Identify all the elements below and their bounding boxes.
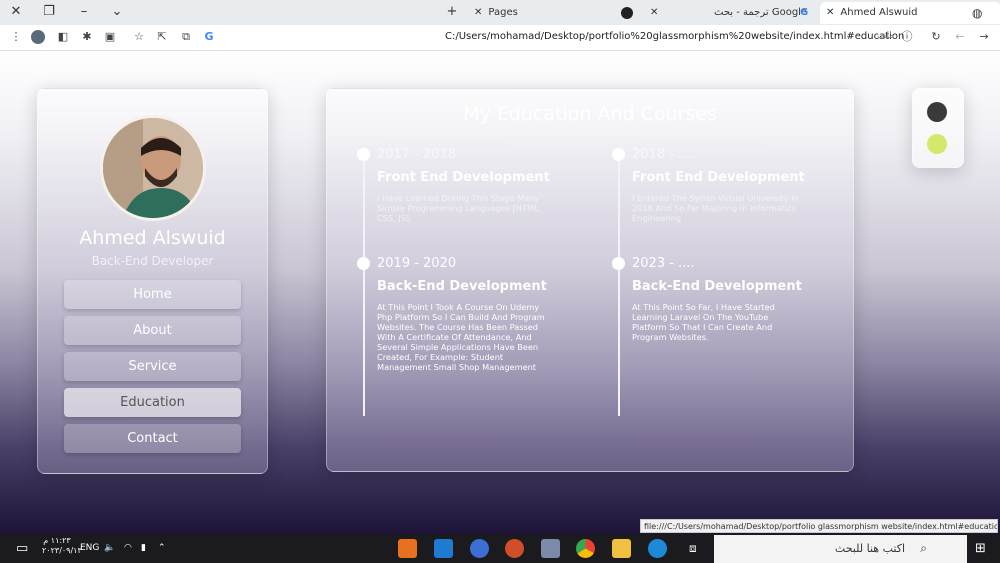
globe-icon: ◍	[972, 6, 983, 20]
light-theme-swatch[interactable]	[927, 134, 947, 154]
nav-about-button[interactable]: About	[64, 316, 241, 345]
tab-github[interactable]	[621, 2, 643, 24]
entry-year: 2018 - ....	[632, 147, 695, 162]
entry-text: At This Point I Took A Course On Udemy P…	[377, 302, 545, 372]
wifi-icon[interactable]: ◠	[124, 540, 132, 557]
volume-icon[interactable]: 🔈	[104, 540, 115, 557]
education-section: My Education And Courses 2017 - 2018 Fro…	[326, 88, 854, 472]
windows-start-icon[interactable]: ⊞	[975, 540, 986, 557]
app-icon[interactable]	[470, 539, 489, 558]
entry-title: Back-End Development	[632, 279, 802, 294]
google-icon: G	[800, 7, 809, 18]
notification-icon[interactable]: ▭	[16, 540, 28, 557]
info-icon[interactable]: ⓘ	[900, 30, 914, 44]
status-bar-url: file:///C:/Users/mohamad/Desktop/portfol…	[640, 519, 998, 533]
tab-close-icon[interactable]: ✕	[826, 7, 834, 18]
search-icon: ⌕	[920, 541, 927, 555]
timeline-dot	[612, 257, 625, 270]
section-title: My Education And Courses	[463, 103, 717, 125]
browser-tab-bar: ✕ ❐ – ⌄ + ✕ Pages ✕ ترجمة - بحث Google G …	[0, 0, 1000, 25]
share-icon[interactable]: ⇱	[155, 30, 169, 44]
profile-name: Ahmed Alswuid	[79, 227, 226, 249]
timeline-dot	[357, 257, 370, 270]
dark-theme-swatch[interactable]	[927, 102, 947, 122]
entry-title: Front End Development	[632, 170, 805, 185]
entry-title: Front End Development	[377, 170, 550, 185]
back-icon[interactable]: →	[977, 30, 991, 44]
tray-expand-icon[interactable]: ⌃	[158, 540, 166, 557]
address-bar[interactable]: C:/Users/mohamad/Desktop/portfolio%20gla…	[445, 31, 904, 42]
side-panel-icon[interactable]: ◧	[56, 30, 70, 44]
file-explorer-icon[interactable]	[612, 539, 631, 558]
tab-close-icon[interactable]: ✕	[474, 7, 482, 18]
avatar-photo	[103, 118, 203, 218]
vscode-icon[interactable]	[434, 539, 453, 558]
app-icon[interactable]	[505, 539, 524, 558]
google-lens-icon[interactable]: G	[202, 30, 216, 44]
clock[interactable]: ١١:٢٣ م ٢٠٢٣/٠٩/١٣	[42, 536, 82, 555]
bookmark-star-icon[interactable]: ☆	[132, 30, 146, 44]
nav-contact-button[interactable]: Contact	[64, 424, 241, 453]
tab-close-icon[interactable]: ✕	[650, 7, 658, 18]
theme-switcher	[912, 88, 964, 168]
entry-year: 2023 - ....	[632, 256, 695, 271]
extensions-icon[interactable]: ✱	[80, 30, 94, 44]
tab-search-chevron-icon[interactable]: ⌄	[108, 3, 126, 21]
restore-window-icon[interactable]: ❐	[40, 3, 58, 21]
entry-text: I Have Learned During This Stage Many Si…	[377, 193, 542, 223]
nav-service-button[interactable]: Service	[64, 352, 241, 381]
tab-ahmed-alswuid[interactable]: ✕ Ahmed Alswuid ◍	[820, 2, 1000, 24]
chrome-icon[interactable]	[576, 539, 595, 558]
tab-pages[interactable]: ✕ Pages	[474, 2, 614, 24]
browser-toolbar: ⋮ ◧ ✱ ▣ ☆ ⇱ ⧉ G C:/Users/mohamad/Desktop…	[0, 25, 1000, 51]
close-window-icon[interactable]: ✕	[7, 3, 25, 21]
task-view-icon[interactable]: ⧈	[689, 540, 697, 557]
avatar	[100, 115, 206, 221]
menu-dots-icon[interactable]: ⋮	[9, 30, 23, 44]
battery-icon[interactable]: ▮	[141, 540, 146, 557]
new-tab-icon[interactable]: +	[443, 3, 461, 21]
app-icon[interactable]	[541, 539, 560, 558]
entry-year: 2017 - 2018	[377, 147, 457, 162]
timeline-line-right	[618, 154, 620, 416]
entry-text: I Entered The Syrian Virtual University …	[632, 193, 799, 223]
install-app-icon[interactable]: ⧉	[179, 30, 193, 44]
timeline-line-left	[363, 154, 365, 416]
media-icon[interactable]: ▣	[103, 30, 117, 44]
timeline-dot	[357, 148, 370, 161]
page-content: Ahmed Alswuid Back-End Developer Home Ab…	[0, 51, 1000, 534]
profile-sidebar: Ahmed Alswuid Back-End Developer Home Ab…	[37, 88, 268, 474]
entry-title: Back-End Development	[377, 279, 547, 294]
address-scheme-label: ملف	[877, 31, 895, 41]
nav-education-button[interactable]: Education	[64, 388, 241, 417]
minimize-window-icon[interactable]: –	[75, 3, 93, 21]
nav-home-button[interactable]: Home	[64, 280, 241, 309]
entry-year: 2019 - 2020	[377, 256, 457, 271]
forward-icon[interactable]: ←	[953, 30, 967, 44]
profile-role: Back-End Developer	[91, 254, 214, 268]
language-indicator[interactable]: ENG	[80, 540, 99, 557]
edge-icon[interactable]	[648, 539, 667, 558]
reload-icon[interactable]: ↻	[929, 30, 943, 44]
tab-google-translate[interactable]: ✕ ترجمة - بحث Google G	[650, 2, 815, 24]
app-icon[interactable]	[398, 539, 417, 558]
profile-avatar-icon[interactable]	[31, 30, 45, 44]
taskbar-search-box[interactable]: اكتب هنا للبحث ⌕	[714, 535, 967, 563]
github-icon	[621, 7, 633, 19]
entry-text: At This Point So Far, I Have Started Lea…	[632, 302, 775, 342]
timeline-dot	[612, 148, 625, 161]
